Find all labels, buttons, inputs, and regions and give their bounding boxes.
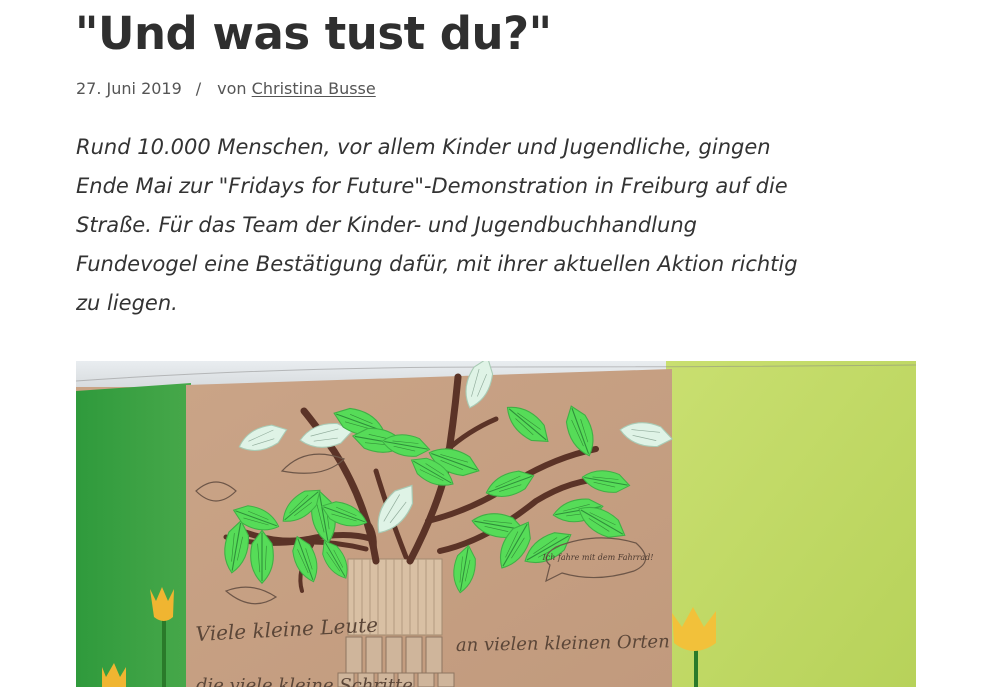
lead-line-5: zu liegen.	[76, 291, 178, 315]
tree-poster-image: Ich fahre mit dem Fahrrad! Viele kleine …	[76, 361, 916, 687]
article-photo: Ich fahre mit dem Fahrrad! Viele kleine …	[76, 361, 916, 687]
speech-bubble-text: Ich fahre mit dem Fahrrad!	[542, 553, 654, 562]
article-lead: Rund 10.000 Menschen, vor allem Kinder u…	[76, 128, 926, 323]
article: "Und was tust du?" 27. Juni 2019 / von Chr…	[0, 0, 991, 687]
post-date: 27. Juni 2019	[76, 79, 182, 98]
author-link[interactable]: Christina Busse	[252, 79, 376, 98]
meta-separator: /	[195, 79, 202, 98]
lead-line-4: Fundevogel eine Bestätigung dafür, mit i…	[76, 252, 798, 276]
article-title: "Und was tust du?"	[75, 7, 552, 60]
green-paper-left	[76, 383, 191, 687]
lead-line-3: Straße. Für das Team der Kinder- und Jug…	[76, 213, 697, 237]
handwriting-bottom: die viele kleine Schritte	[196, 675, 413, 687]
lead-line-2: Ende Mai zur "Fridays for Future"-Demons…	[76, 174, 788, 198]
lead-line-1: Rund 10.000 Menschen, vor allem Kinder u…	[76, 135, 771, 159]
post-meta: 27. Juni 2019 / von Christina Busse	[76, 78, 376, 100]
handwriting-right: an vielen kleinen Orten	[456, 631, 670, 656]
author-prefix: von	[217, 79, 247, 98]
